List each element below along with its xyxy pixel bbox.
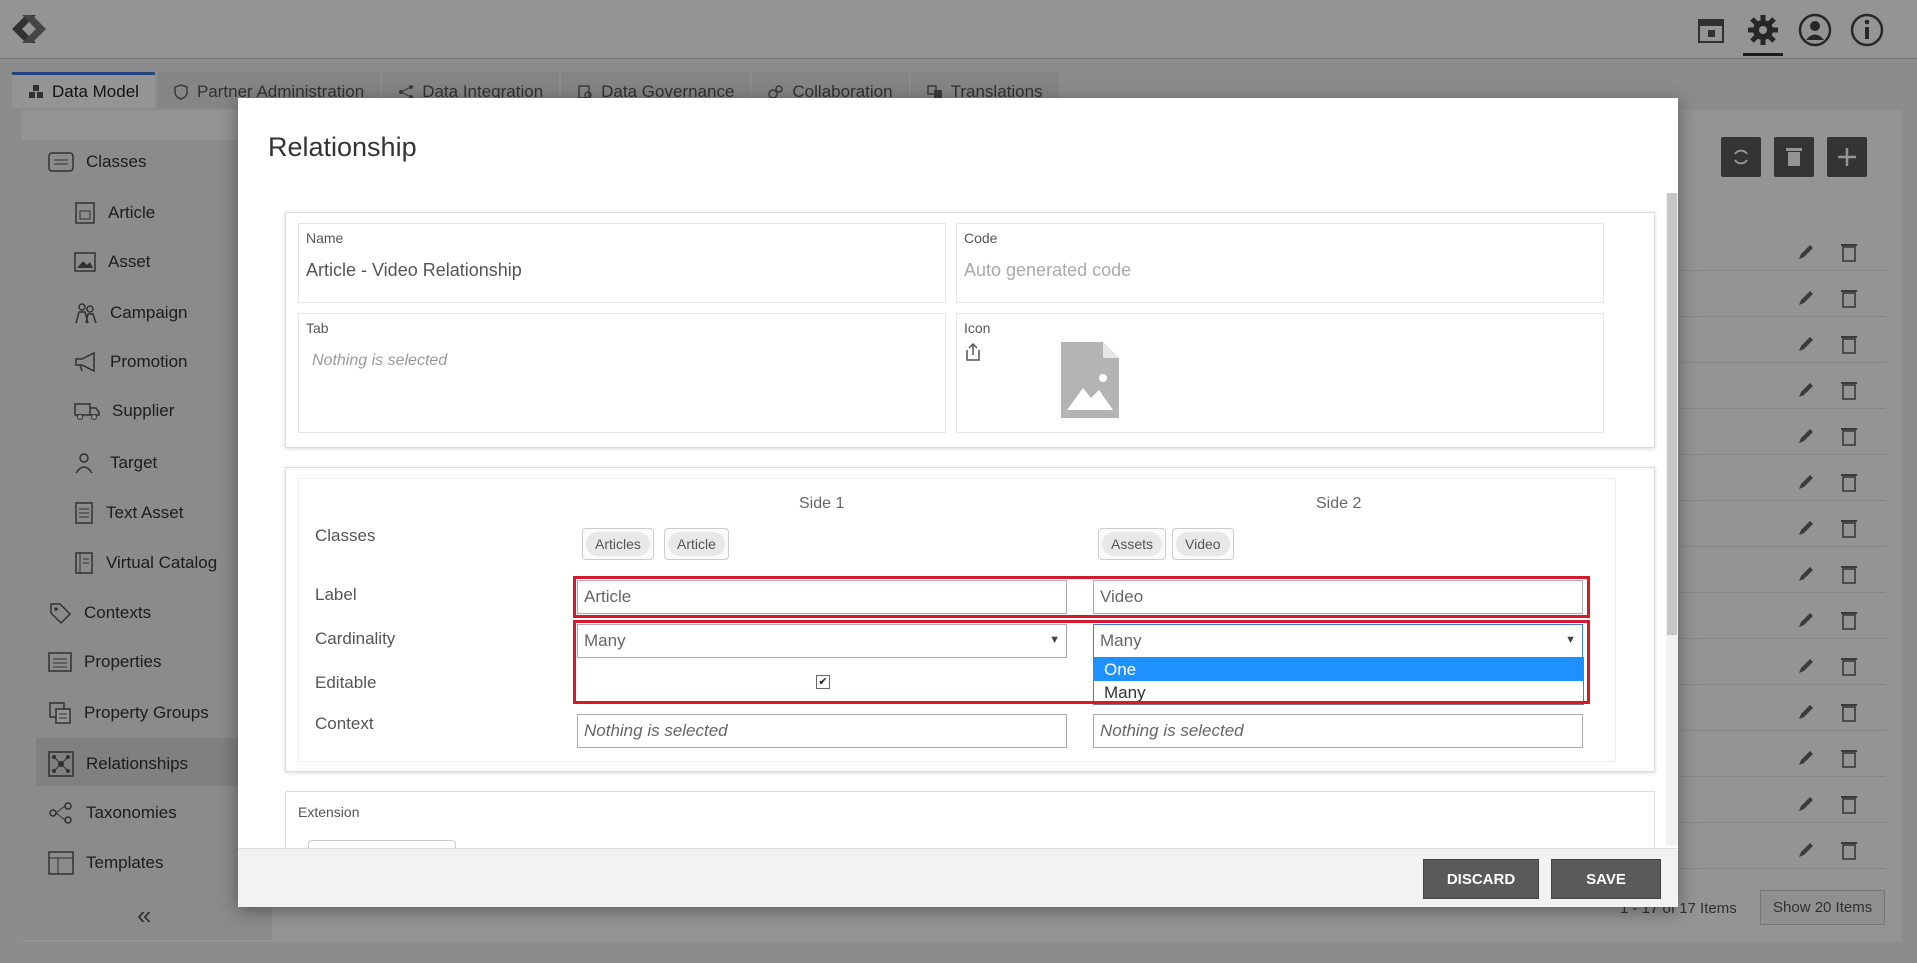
cardinality-label: Cardinality (315, 629, 396, 648)
extension-label: Extension (298, 804, 360, 820)
context-label: Context (315, 714, 374, 733)
side2-context-select[interactable]: Nothing is selected (1093, 714, 1583, 748)
tab-field[interactable]: Tab Nothing is selected (298, 313, 946, 433)
editable-label: Editable (315, 673, 377, 692)
icon-field: Icon (956, 313, 1604, 433)
relationship-dialog: Relationship Name Article - Video Relati… (238, 98, 1678, 907)
extension-card: Extension (285, 791, 1655, 851)
label-label: Label (315, 585, 357, 604)
image-placeholder-icon (1061, 342, 1119, 418)
side2-classes[interactable]: Assets (1098, 528, 1167, 560)
cardinality-highlight-box (573, 620, 1590, 704)
code-label: Code (964, 230, 998, 246)
name-value[interactable]: Article - Video Relationship (306, 260, 522, 281)
dialog-scrollbar[interactable] (1666, 193, 1678, 846)
label-highlight-box (573, 576, 1590, 618)
save-button[interactable]: SAVE (1551, 859, 1661, 899)
class-chip[interactable]: Assets (1102, 532, 1163, 556)
name-field[interactable]: Name Article - Video Relationship (298, 223, 946, 303)
class-chip[interactable]: Article (668, 532, 725, 556)
side2-header: Side 2 (1316, 495, 1362, 512)
code-placeholder[interactable]: Auto generated code (964, 260, 1131, 281)
sides-card: Side 1 Side 2 Classes Articles Article A… (285, 467, 1655, 772)
dialog-footer: DISCARD SAVE (238, 848, 1678, 907)
name-label: Name (306, 230, 344, 246)
general-card: Name Article - Video Relationship Code A… (285, 212, 1655, 448)
tab-select[interactable]: Nothing is selected (312, 352, 447, 370)
side1-context-select[interactable]: Nothing is selected (577, 714, 1067, 748)
scrollbar-thumb[interactable] (1667, 193, 1677, 635)
dialog-title: Relationship (268, 132, 417, 162)
classes-label: Classes (315, 526, 376, 545)
side2-classes-2[interactable]: Video (1172, 528, 1234, 560)
side1-header: Side 1 (799, 495, 845, 512)
discard-button[interactable]: DISCARD (1423, 859, 1539, 899)
upload-icon[interactable] (964, 342, 982, 362)
class-chip[interactable]: Video (1176, 532, 1230, 556)
side1-classes[interactable]: Articles (582, 528, 654, 560)
code-field[interactable]: Code Auto generated code (956, 223, 1604, 303)
icon-field-label: Icon (964, 320, 991, 336)
class-chip[interactable]: Articles (586, 532, 650, 556)
tab-field-label: Tab (306, 320, 329, 336)
side1-classes-2[interactable]: Article (664, 528, 729, 560)
